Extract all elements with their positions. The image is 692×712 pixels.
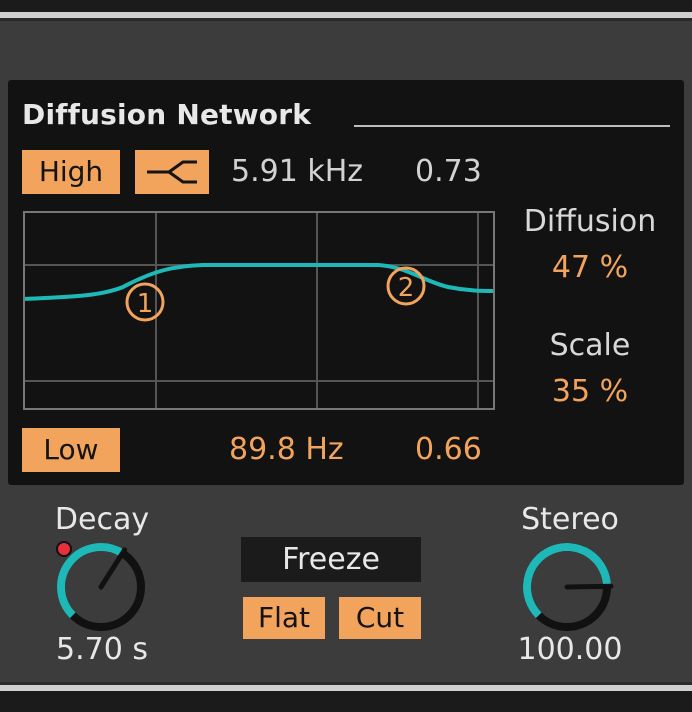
diffusion-value[interactable]: 47 % — [505, 250, 675, 285]
decay-knob[interactable] — [46, 537, 156, 637]
section-title: Diffusion Network — [22, 98, 312, 131]
freeze-button[interactable]: Freeze — [241, 537, 421, 582]
top-divider-shadow — [0, 18, 692, 21]
scale-label: Scale — [549, 328, 631, 363]
bottom-border-strip — [0, 691, 692, 712]
high-filter-type-button[interactable] — [135, 150, 209, 194]
filter-curve-display: 1 2 — [25, 213, 493, 408]
decay-knob-needle — [98, 547, 128, 590]
stereo-value[interactable]: 100.00 — [495, 632, 645, 667]
high-frequency-value[interactable]: 5.91 kHz — [231, 154, 363, 189]
low-toggle-button[interactable]: Low — [22, 428, 120, 472]
high-q-value[interactable]: 0.73 — [415, 154, 482, 189]
stereo-knob[interactable] — [512, 537, 622, 637]
filter-response-graph[interactable]: 1 2 — [23, 211, 495, 410]
band-handle-1-label: 1 — [137, 289, 154, 319]
title-rule — [354, 125, 670, 127]
modulation-indicator-dot — [56, 541, 72, 557]
stereo-knob-value-arc — [523, 543, 611, 619]
band-handle-2-label: 2 — [398, 273, 415, 303]
low-frequency-value[interactable]: 89.8 Hz — [229, 432, 344, 467]
low-q-value[interactable]: 0.66 — [415, 432, 482, 467]
high-shelf-filter-icon — [147, 160, 197, 184]
diffusion-network-panel: Diffusion Network High 5.91 kHz 0.73 1 2… — [8, 80, 684, 485]
scale-value[interactable]: 35 % — [505, 374, 675, 409]
cut-button[interactable]: Cut — [339, 597, 421, 639]
decay-label: Decay — [54, 502, 150, 537]
decay-knob-value-arc — [57, 543, 125, 619]
band-handle-1[interactable]: 1 — [125, 282, 165, 322]
diffusion-label: Diffusion — [523, 204, 657, 239]
flat-button[interactable]: Flat — [243, 597, 325, 639]
stereo-label: Stereo — [521, 502, 619, 537]
top-border-strip — [0, 0, 692, 12]
decay-value[interactable]: 5.70 s — [40, 632, 164, 667]
stereo-knob-needle — [564, 583, 614, 590]
band-handle-2[interactable]: 2 — [386, 266, 426, 306]
high-toggle-button[interactable]: High — [22, 150, 120, 194]
